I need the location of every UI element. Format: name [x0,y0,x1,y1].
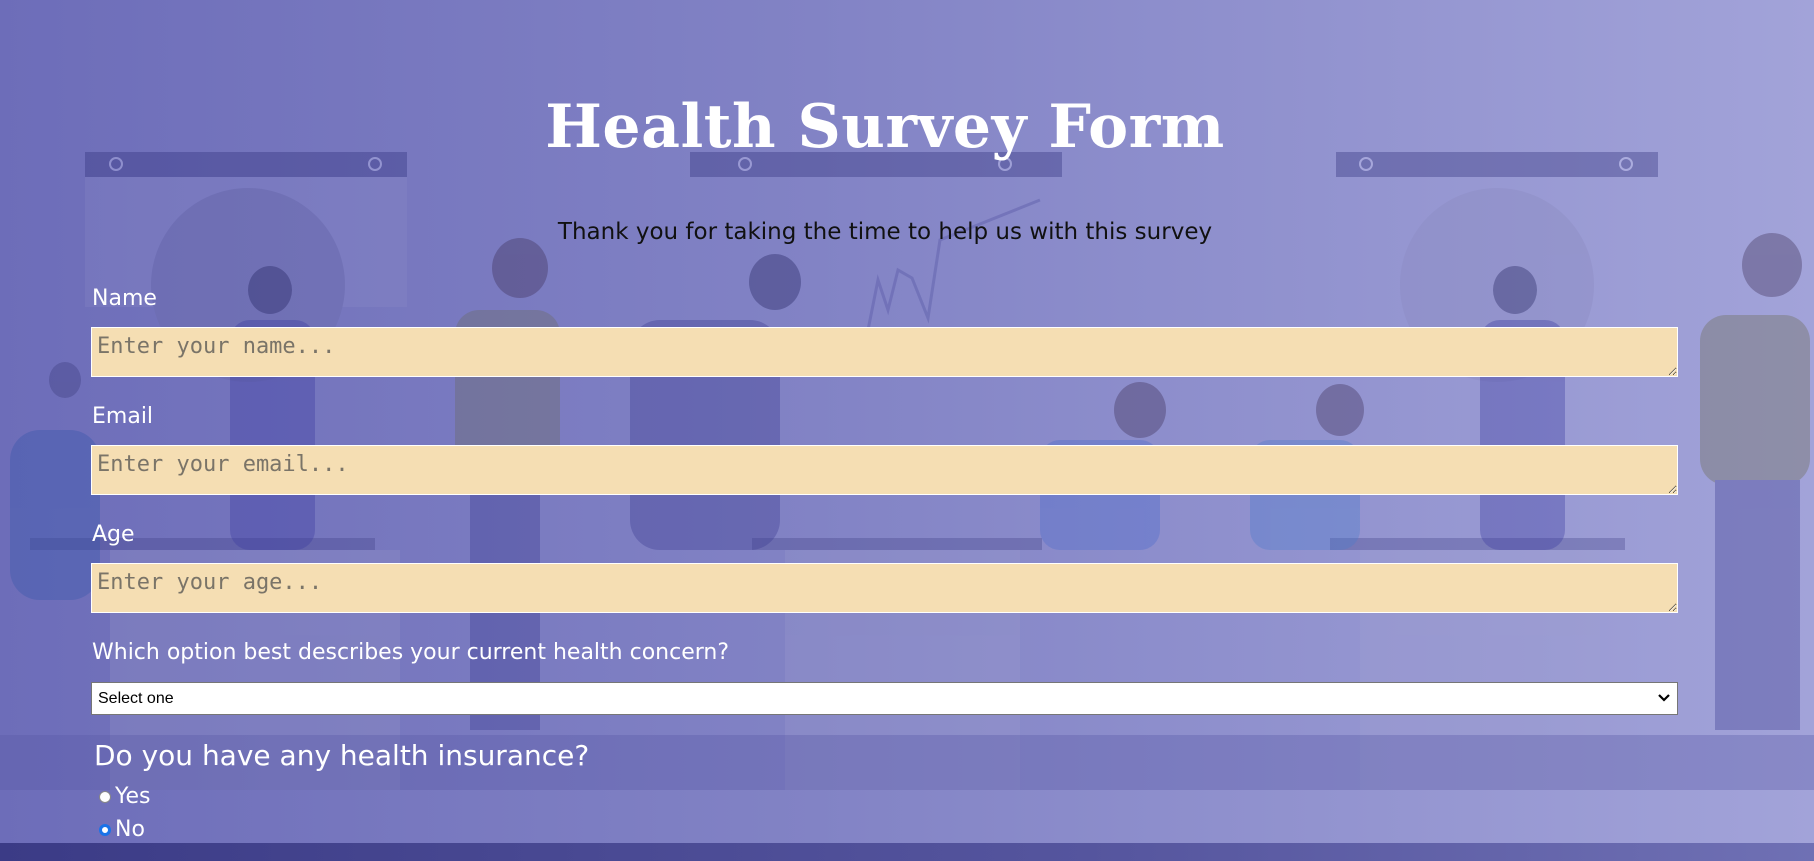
name-label: Name [92,286,157,311]
email-label: Email [92,404,154,429]
concern-selected-value: Select one [98,689,174,707]
name-input[interactable] [91,327,1678,377]
page-description: Thank you for taking the time to help us… [557,219,1213,245]
radio-button-no[interactable] [99,823,111,836]
insurance-option-yes-label: Yes [115,784,151,809]
insurance-question: Do you have any health insurance? [94,739,590,772]
radio-button-yes[interactable] [99,790,111,803]
age-input[interactable] [91,563,1678,613]
insurance-option-no[interactable]: No [99,817,145,842]
survey-form: Health Survey Form Thank you for taking … [0,0,1814,861]
insurance-option-no-label: No [115,817,145,842]
age-label: Age [92,522,135,547]
concern-label: Which option best describes your current… [92,640,730,665]
chevron-down-icon [1657,690,1671,708]
email-input[interactable] [91,445,1678,495]
page-title: Health Survey Form [545,92,1225,162]
concern-select[interactable]: Select one [91,682,1678,715]
insurance-option-yes[interactable]: Yes [99,784,151,809]
